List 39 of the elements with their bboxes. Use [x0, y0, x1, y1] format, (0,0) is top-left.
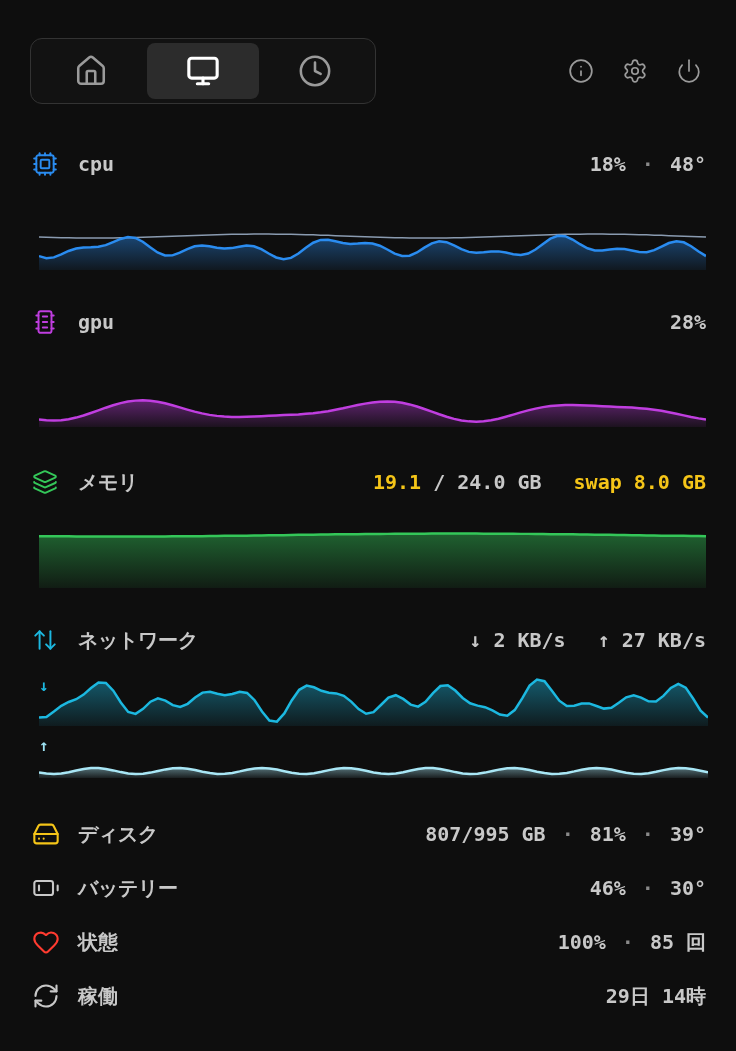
section-label: ネットワーク [78, 627, 198, 654]
reading-value: ↓ 2 KB/s [469, 627, 566, 654]
reading-value: 18% [589, 151, 626, 178]
settings-button[interactable] [622, 58, 648, 84]
refresh-icon [32, 982, 60, 1010]
row-label: ディスク [78, 821, 158, 848]
reading-value: / 24.0 GB [433, 469, 542, 496]
reading-value: 46% [589, 875, 626, 902]
reading-value: swap 8.0 GB [573, 469, 706, 496]
row-label: バッテリー [78, 875, 178, 902]
reading-value: 39° [669, 821, 706, 848]
reading-value: ↑ 27 KB/s [597, 627, 706, 654]
row-label: 稼働 [78, 983, 118, 1010]
row-label: 状態 [78, 929, 118, 956]
reading-value: 807/995 GB [425, 821, 546, 848]
reading-value: 29日 14時 [605, 983, 706, 1010]
separator-dot: · [561, 821, 574, 848]
reading-value: 28% [669, 309, 706, 336]
power-button[interactable] [676, 58, 702, 84]
separator-dot: · [641, 821, 654, 848]
reading-value: 48° [669, 151, 706, 178]
clock-icon [298, 54, 332, 88]
house-icon [74, 54, 108, 88]
reading-value: 100% [557, 929, 606, 956]
monitor-icon [186, 54, 220, 88]
download-mark: ↓ [39, 675, 49, 697]
reading-value: 19.1 [373, 469, 422, 496]
separator-dot: · [621, 929, 634, 956]
separator-dot: · [641, 151, 654, 178]
section-label: メモリ [78, 469, 138, 496]
display-tab[interactable] [147, 43, 259, 99]
reading-value: 81% [589, 821, 626, 848]
info-button[interactable] [568, 58, 594, 84]
reading-value: 30° [669, 875, 706, 902]
section-label: cpu [78, 151, 115, 178]
upload-mark: ↑ [39, 738, 49, 754]
section-label: gpu [78, 309, 115, 336]
reading-value: 85 回 [649, 929, 706, 956]
separator-dot: · [641, 875, 654, 902]
